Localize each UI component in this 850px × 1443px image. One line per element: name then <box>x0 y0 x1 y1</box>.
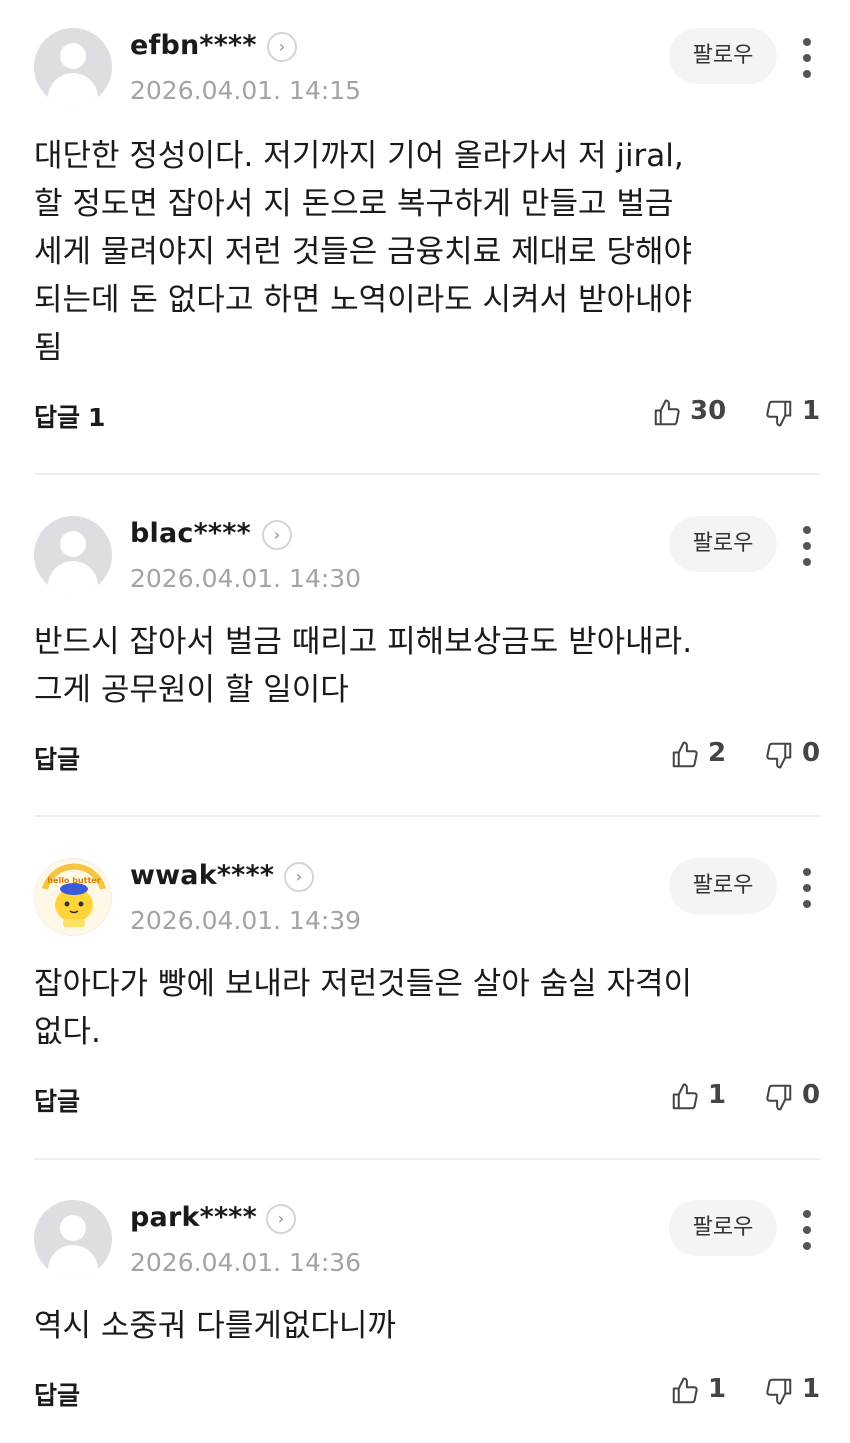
comment-text: 역시 소중궈 다를게없다니까 <box>34 1308 396 1344</box>
username[interactable]: wwak**** <box>130 860 274 891</box>
vote-group: 30 1 <box>652 396 822 430</box>
more-options-icon[interactable] <box>800 868 814 908</box>
follow-button[interactable]: 팔로우 <box>669 1200 777 1256</box>
like-button[interactable]: 1 <box>670 1374 730 1408</box>
butter-character-icon: hello butter <box>36 860 111 935</box>
dislike-count: 0 <box>802 1080 821 1110</box>
divider <box>34 473 820 475</box>
comment-item: efbn**** › 2026.04.01. 14:15 팔로우 대단한 정성이… <box>0 28 850 448</box>
follow-button[interactable]: 팔로우 <box>669 28 777 84</box>
like-count: 2 <box>708 738 727 768</box>
dislike-button[interactable]: 1 <box>764 396 824 430</box>
follow-button[interactable]: 팔로우 <box>669 858 777 914</box>
reply-label: 답글 <box>34 745 81 774</box>
reply-button[interactable]: 답글 <box>34 1376 80 1412</box>
like-button[interactable]: 2 <box>670 738 730 772</box>
chevron-right-icon[interactable]: › <box>284 862 314 892</box>
dislike-count: 1 <box>802 396 821 426</box>
like-button[interactable]: 1 <box>670 1080 730 1114</box>
reply-label: 답글 <box>34 403 81 432</box>
comment-date: 2026.04.01. 14:15 <box>130 76 362 105</box>
comment-text: 반드시 잡아서 벌금 때리고 피해보상금도 받아내라. 그게 공무원이 할 일이… <box>34 624 693 708</box>
dislike-button[interactable]: 1 <box>764 1374 824 1408</box>
thumbs-down-icon <box>766 742 792 769</box>
like-count: 1 <box>708 1374 727 1404</box>
username[interactable]: efbn**** <box>130 30 257 61</box>
dislike-button[interactable]: 0 <box>764 738 824 772</box>
dislike-count: 1 <box>802 1374 821 1404</box>
comment-text: 대단한 정성이다. 저기까지 기어 올라가서 저 jiral, 할 정도면 잡아… <box>34 138 693 366</box>
username[interactable]: park**** <box>130 1202 257 1233</box>
character-avatar[interactable]: hello butter <box>34 858 112 936</box>
reply-button[interactable]: 답글 1 <box>34 398 105 434</box>
thumbs-up-icon <box>672 1083 698 1110</box>
like-count: 30 <box>690 396 727 426</box>
avatar[interactable] <box>34 28 112 106</box>
vote-group: 2 0 <box>670 738 822 772</box>
chevron-right-icon[interactable]: › <box>262 520 292 550</box>
thumbs-down-icon <box>766 1378 792 1405</box>
reply-label: 답글 <box>34 1381 81 1410</box>
follow-button[interactable]: 팔로우 <box>669 516 777 572</box>
reply-label: 답글 <box>34 1087 81 1116</box>
comment-item: blac**** › 2026.04.01. 14:30 팔로우 반드시 잡아서… <box>0 516 850 796</box>
avatar[interactable] <box>34 516 112 594</box>
reply-button[interactable]: 답글 <box>34 740 80 776</box>
username[interactable]: blac**** <box>130 518 251 549</box>
more-options-icon[interactable] <box>800 38 814 78</box>
dislike-button[interactable]: 0 <box>764 1080 824 1114</box>
thumbs-up-icon <box>672 741 698 768</box>
avatar[interactable] <box>34 1200 112 1278</box>
comment-item: park**** › 2026.04.01. 14:36 팔로우 역시 소중궈 … <box>0 1200 850 1440</box>
reply-button[interactable]: 답글 <box>34 1082 80 1118</box>
like-button[interactable]: 30 <box>652 396 732 430</box>
comment-date: 2026.04.01. 14:36 <box>130 1248 362 1277</box>
more-options-icon[interactable] <box>800 526 814 566</box>
dislike-count: 0 <box>802 738 821 768</box>
thumbs-down-icon <box>766 1084 792 1111</box>
thumbs-up-icon <box>672 1377 698 1404</box>
reply-count: 1 <box>88 403 106 432</box>
vote-group: 1 0 <box>670 1080 822 1114</box>
comment-date: 2026.04.01. 14:30 <box>130 564 362 593</box>
chevron-right-icon[interactable]: › <box>266 1204 296 1234</box>
like-count: 1 <box>708 1080 727 1110</box>
divider <box>34 1158 820 1160</box>
more-options-icon[interactable] <box>800 1210 814 1250</box>
thumbs-up-icon <box>654 399 680 426</box>
comment-text: 잡아다가 빵에 보내라 저런것들은 살아 숨실 자격이 없다. <box>34 966 693 1050</box>
comment-date: 2026.04.01. 14:39 <box>130 906 362 935</box>
thumbs-down-icon <box>766 400 792 427</box>
chevron-right-icon[interactable]: › <box>267 32 297 62</box>
vote-group: 1 1 <box>670 1374 822 1408</box>
divider <box>34 815 820 817</box>
comment-item: hello butter wwak**** › 2026.04.01. 14:3… <box>0 858 850 1138</box>
